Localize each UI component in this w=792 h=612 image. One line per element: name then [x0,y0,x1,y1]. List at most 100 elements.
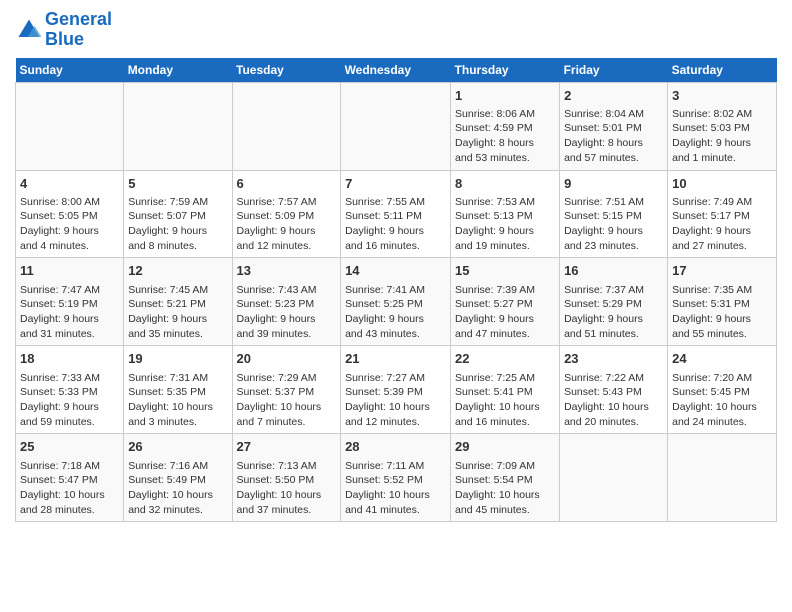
calendar-cell [668,434,777,522]
day-number: 23 [564,350,663,368]
day-number: 10 [672,175,772,193]
calendar-cell: 8 Sunrise: 7:53 AM Sunset: 5:13 PM Daylig… [451,170,560,258]
page-header: General Blue [15,10,777,50]
day-number: 6 [237,175,337,193]
logo: General Blue [15,10,112,50]
day-info: Sunrise: 7:25 AM Sunset: 5:41 PM Dayligh… [455,371,555,430]
calendar-cell: 7 Sunrise: 7:55 AM Sunset: 5:11 PM Daylig… [341,170,451,258]
day-info: Sunrise: 7:20 AM Sunset: 5:45 PM Dayligh… [672,371,772,430]
calendar-cell: 11 Sunrise: 7:47 AM Sunset: 5:19 PM Dayli… [16,258,124,346]
calendar-week-row: 1Sunrise: 8:06 AM Sunset: 4:59 PM Daylig… [16,82,777,170]
calendar-cell [124,82,232,170]
day-info: Sunrise: 7:35 AM Sunset: 5:31 PM Dayligh… [672,283,772,342]
calendar-cell: 22 Sunrise: 7:25 AM Sunset: 5:41 PM Dayli… [451,346,560,434]
day-number: 9 [564,175,663,193]
day-number: 22 [455,350,555,368]
calendar-cell: 6Sunrise: 7:57 AM Sunset: 5:09 PM Daylig… [232,170,341,258]
day-info: Sunrise: 7:31 AM Sunset: 5:35 PM Dayligh… [128,371,227,430]
day-info: Sunrise: 7:43 AM Sunset: 5:23 PM Dayligh… [237,283,337,342]
day-info: Sunrise: 7:09 AM Sunset: 5:54 PM Dayligh… [455,459,555,518]
calendar-week-row: 18 Sunrise: 7:33 AM Sunset: 5:33 PM Dayli… [16,346,777,434]
col-header-thursday: Thursday [451,58,560,83]
day-info: Sunrise: 7:22 AM Sunset: 5:43 PM Dayligh… [564,371,663,430]
calendar-cell: 27 Sunrise: 7:13 AM Sunset: 5:50 PM Dayli… [232,434,341,522]
col-header-sunday: Sunday [16,58,124,83]
col-header-friday: Friday [560,58,668,83]
day-info: Sunrise: 8:04 AM Sunset: 5:01 PM Dayligh… [564,107,663,166]
calendar-cell [16,82,124,170]
day-number: 7 [345,175,446,193]
calendar-table: SundayMondayTuesdayWednesdayThursdayFrid… [15,58,777,523]
day-info: Sunrise: 7:13 AM Sunset: 5:50 PM Dayligh… [237,459,337,518]
col-header-wednesday: Wednesday [341,58,451,83]
day-info: Sunrise: 7:11 AM Sunset: 5:52 PM Dayligh… [345,459,446,518]
calendar-week-row: 4 Sunrise: 8:00 AM Sunset: 5:05 PM Daylig… [16,170,777,258]
day-info: Sunrise: 7:16 AM Sunset: 5:49 PM Dayligh… [128,459,227,518]
calendar-cell [232,82,341,170]
day-number: 4 [20,175,119,193]
calendar-cell: 25 Sunrise: 7:18 AM Sunset: 5:47 PM Dayli… [16,434,124,522]
day-number: 3 [672,87,772,105]
day-number: 20 [237,350,337,368]
day-info: Sunrise: 7:33 AM Sunset: 5:33 PM Dayligh… [20,371,119,430]
calendar-cell: 9 Sunrise: 7:51 AM Sunset: 5:15 PM Daylig… [560,170,668,258]
calendar-cell: 24 Sunrise: 7:20 AM Sunset: 5:45 PM Dayli… [668,346,777,434]
day-info: Sunrise: 7:59 AM Sunset: 5:07 PM Dayligh… [128,195,227,254]
day-number: 27 [237,438,337,456]
day-number: 21 [345,350,446,368]
day-info: Sunrise: 7:18 AM Sunset: 5:47 PM Dayligh… [20,459,119,518]
calendar-cell [560,434,668,522]
calendar-cell: 3 Sunrise: 8:02 AM Sunset: 5:03 PM Daylig… [668,82,777,170]
calendar-cell: 28 Sunrise: 7:11 AM Sunset: 5:52 PM Dayli… [341,434,451,522]
calendar-cell: 1Sunrise: 8:06 AM Sunset: 4:59 PM Daylig… [451,82,560,170]
day-info: Sunrise: 7:55 AM Sunset: 5:11 PM Dayligh… [345,195,446,254]
calendar-cell: 10 Sunrise: 7:49 AM Sunset: 5:17 PM Dayli… [668,170,777,258]
calendar-cell: 21Sunrise: 7:27 AM Sunset: 5:39 PM Dayli… [341,346,451,434]
day-info: Sunrise: 7:51 AM Sunset: 5:15 PM Dayligh… [564,195,663,254]
day-info: Sunrise: 7:45 AM Sunset: 5:21 PM Dayligh… [128,283,227,342]
day-info: Sunrise: 8:06 AM Sunset: 4:59 PM Dayligh… [455,107,555,166]
calendar-cell: 18 Sunrise: 7:33 AM Sunset: 5:33 PM Dayli… [16,346,124,434]
calendar-cell: 26 Sunrise: 7:16 AM Sunset: 5:49 PM Dayli… [124,434,232,522]
calendar-cell: 12Sunrise: 7:45 AM Sunset: 5:21 PM Dayli… [124,258,232,346]
calendar-cell [341,82,451,170]
day-info: Sunrise: 8:00 AM Sunset: 5:05 PM Dayligh… [20,195,119,254]
calendar-cell: 4 Sunrise: 8:00 AM Sunset: 5:05 PM Daylig… [16,170,124,258]
day-info: Sunrise: 7:47 AM Sunset: 5:19 PM Dayligh… [20,283,119,342]
col-header-monday: Monday [124,58,232,83]
day-info: Sunrise: 7:41 AM Sunset: 5:25 PM Dayligh… [345,283,446,342]
calendar-cell: 13 Sunrise: 7:43 AM Sunset: 5:23 PM Dayli… [232,258,341,346]
calendar-header-row: SundayMondayTuesdayWednesdayThursdayFrid… [16,58,777,83]
day-number: 16 [564,262,663,280]
day-number: 5 [128,175,227,193]
col-header-saturday: Saturday [668,58,777,83]
logo-text: General Blue [45,10,112,50]
day-number: 26 [128,438,227,456]
day-number: 11 [20,262,119,280]
day-number: 29 [455,438,555,456]
day-number: 8 [455,175,555,193]
calendar-cell: 17 Sunrise: 7:35 AM Sunset: 5:31 PM Dayli… [668,258,777,346]
day-number: 15 [455,262,555,280]
day-number: 24 [672,350,772,368]
calendar-cell: 5 Sunrise: 7:59 AM Sunset: 5:07 PM Daylig… [124,170,232,258]
day-number: 13 [237,262,337,280]
calendar-cell: 20 Sunrise: 7:29 AM Sunset: 5:37 PM Dayli… [232,346,341,434]
calendar-week-row: 25 Sunrise: 7:18 AM Sunset: 5:47 PM Dayli… [16,434,777,522]
day-info: Sunrise: 7:29 AM Sunset: 5:37 PM Dayligh… [237,371,337,430]
day-info: Sunrise: 8:02 AM Sunset: 5:03 PM Dayligh… [672,107,772,166]
day-info: Sunrise: 7:37 AM Sunset: 5:29 PM Dayligh… [564,283,663,342]
col-header-tuesday: Tuesday [232,58,341,83]
day-number: 14 [345,262,446,280]
day-number: 28 [345,438,446,456]
day-number: 18 [20,350,119,368]
day-number: 17 [672,262,772,280]
calendar-cell: 14 Sunrise: 7:41 AM Sunset: 5:25 PM Dayli… [341,258,451,346]
day-info: Sunrise: 7:53 AM Sunset: 5:13 PM Dayligh… [455,195,555,254]
day-info: Sunrise: 7:49 AM Sunset: 5:17 PM Dayligh… [672,195,772,254]
logo-icon [15,16,43,44]
day-number: 25 [20,438,119,456]
calendar-cell: 19Sunrise: 7:31 AM Sunset: 5:35 PM Dayli… [124,346,232,434]
calendar-cell: 16 Sunrise: 7:37 AM Sunset: 5:29 PM Dayli… [560,258,668,346]
calendar-cell: 2Sunrise: 8:04 AM Sunset: 5:01 PM Daylig… [560,82,668,170]
